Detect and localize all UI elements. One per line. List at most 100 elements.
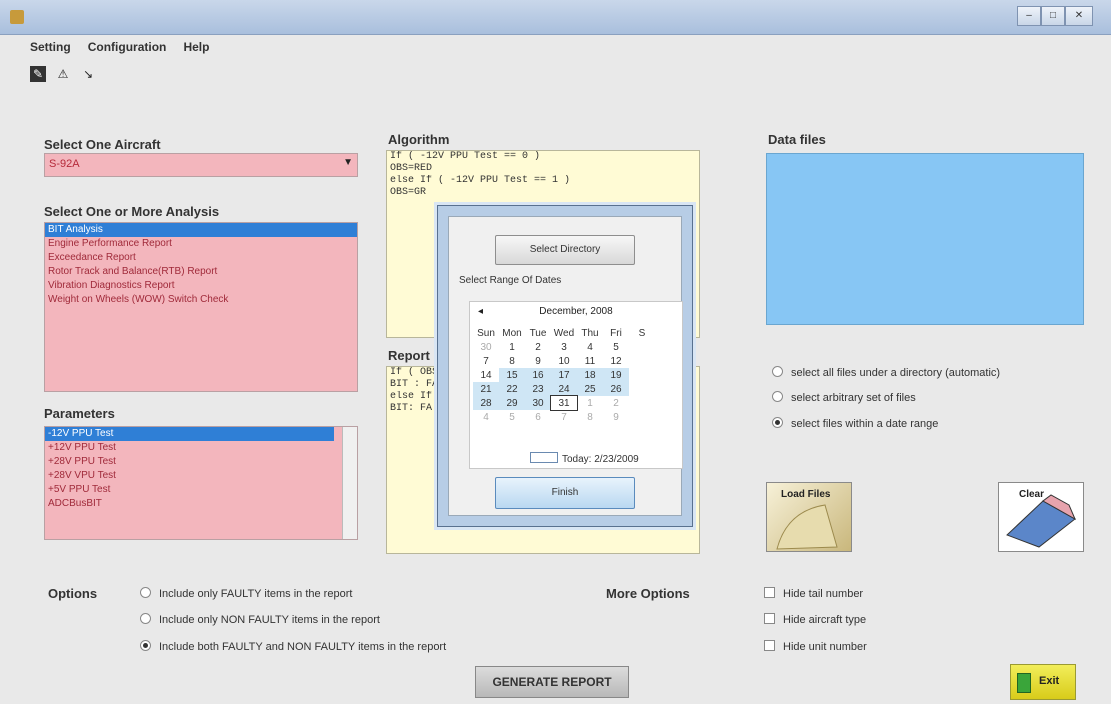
minimize-button[interactable]: – [1017, 6, 1041, 26]
list-item[interactable]: Exceedance Report [45, 251, 357, 265]
checkbox-icon[interactable] [764, 587, 775, 598]
calendar-day[interactable]: 12 [603, 354, 629, 368]
calendar-day[interactable]: 9 [603, 410, 629, 424]
calendar-day[interactable]: 10 [551, 354, 577, 368]
clear-button[interactable]: Clear [998, 482, 1084, 552]
calendar-day[interactable]: 8 [499, 354, 525, 368]
calendar-day[interactable] [629, 396, 655, 410]
radio-icon[interactable] [772, 366, 783, 377]
calendar-day[interactable]: 2 [525, 340, 551, 354]
aircraft-select[interactable]: S-92A ▼ [44, 153, 358, 177]
radio-icon[interactable] [140, 587, 151, 598]
calendar-day[interactable]: 22 [499, 382, 525, 396]
calendar-day[interactable]: 6 [525, 410, 551, 424]
radio-date-range[interactable]: select files within a date range [772, 417, 938, 430]
list-item[interactable]: +28V PPU Test [45, 455, 357, 469]
calendar-day[interactable]: 15 [499, 368, 525, 382]
radio-icon[interactable] [772, 391, 783, 402]
calendar-day[interactable]: 30 [525, 396, 551, 410]
calendar-day[interactable]: 8 [577, 410, 603, 424]
datafiles-list[interactable] [766, 153, 1084, 325]
calendar-day[interactable]: 4 [473, 410, 499, 424]
calendar-day[interactable]: 17 [551, 368, 577, 382]
list-item[interactable]: +5V PPU Test [45, 483, 357, 497]
calendar-day[interactable] [629, 382, 655, 396]
radio-arbitrary-files[interactable]: select arbitrary set of files [772, 391, 916, 404]
menu-setting[interactable]: Setting [30, 40, 71, 54]
calendar-day[interactable]: 5 [499, 410, 525, 424]
calendar-day[interactable]: 2 [603, 396, 629, 410]
calendar-day[interactable]: 1 [577, 396, 603, 410]
calendar-day[interactable]: 7 [551, 410, 577, 424]
calendar-day[interactable]: 28 [473, 396, 499, 410]
parameters-list[interactable]: -12V PPU Test +12V PPU Test +28V PPU Tes… [44, 426, 358, 540]
list-item[interactable]: Rotor Track and Balance(RTB) Report [45, 265, 357, 279]
list-item[interactable]: Weight on Wheels (WOW) Switch Check [45, 293, 357, 307]
exit-button[interactable]: Exit [1010, 664, 1076, 700]
maximize-button[interactable]: □ [1041, 6, 1065, 26]
day-header: S [638, 327, 646, 339]
calendar-day[interactable]: 14 [473, 368, 499, 382]
analysis-list[interactable]: BIT Analysis Engine Performance Report E… [44, 222, 358, 392]
finish-button[interactable]: Finish [495, 477, 635, 509]
calendar-day[interactable]: 5 [603, 340, 629, 354]
list-item[interactable]: Vibration Diagnostics Report [45, 279, 357, 293]
hide-tail-number-checkbox[interactable]: Hide tail number [764, 587, 863, 600]
pointer-icon[interactable]: ↘ [80, 66, 96, 82]
radio-icon[interactable] [772, 417, 783, 428]
chevron-down-icon[interactable]: ▼ [343, 157, 353, 168]
calendar-day[interactable]: 16 [525, 368, 551, 382]
list-item[interactable]: Engine Performance Report [45, 237, 357, 251]
calendar-day[interactable]: 19 [603, 368, 629, 382]
list-item[interactable]: BIT Analysis [45, 223, 357, 237]
today-indicator[interactable]: Today: 2/23/2009 [530, 452, 639, 465]
calendar-day[interactable] [629, 410, 655, 424]
option-both[interactable]: Include both FAULTY and NON FAULTY items… [140, 640, 446, 653]
close-button[interactable]: ✕ [1065, 6, 1093, 26]
calendar-day[interactable]: 11 [577, 354, 603, 368]
calendar-day[interactable]: 18 [577, 368, 603, 382]
calendar-day[interactable] [629, 368, 655, 382]
checkbox-icon[interactable] [764, 613, 775, 624]
menu-help[interactable]: Help [183, 40, 209, 54]
select-directory-button[interactable]: Select Directory [495, 235, 635, 265]
calendar-day[interactable]: 24 [551, 382, 577, 396]
calendar-day[interactable]: 23 [525, 382, 551, 396]
load-files-button[interactable]: Load Files [766, 482, 852, 552]
calendar-day[interactable]: 4 [577, 340, 603, 354]
hide-aircraft-type-checkbox[interactable]: Hide aircraft type [764, 613, 866, 626]
checkbox-icon[interactable] [764, 640, 775, 651]
edit-icon[interactable]: ✎ [30, 66, 46, 82]
list-item[interactable]: +28V VPU Test [45, 469, 357, 483]
list-item[interactable]: +12V PPU Test [45, 441, 357, 455]
calendar-day[interactable]: 26 [603, 382, 629, 396]
calendar-day[interactable]: 1 [499, 340, 525, 354]
generate-report-button[interactable]: GENERATE REPORT [475, 666, 629, 698]
calendar-day[interactable]: 29 [499, 396, 525, 410]
warning-icon[interactable]: ⚠ [55, 66, 71, 82]
calendar-day[interactable]: 9 [525, 354, 551, 368]
calendar-day[interactable]: 21 [473, 382, 499, 396]
calendar-day[interactable]: 25 [577, 382, 603, 396]
calendar-day[interactable] [629, 354, 655, 368]
radio-all-files[interactable]: select all files under a directory (auto… [772, 366, 1000, 379]
calendar-day[interactable]: 30 [473, 340, 499, 354]
calendar-month: December, 2008 [539, 306, 613, 317]
calendar-day[interactable] [629, 340, 655, 354]
list-item[interactable]: ADCBusBIT [45, 497, 357, 511]
radio-icon[interactable] [140, 613, 151, 624]
calendar-day[interactable]: 7 [473, 354, 499, 368]
radio-icon[interactable] [140, 640, 151, 651]
calendar-day[interactable]: 3 [551, 340, 577, 354]
option-nonfaulty-only[interactable]: Include only NON FAULTY items in the rep… [140, 613, 380, 626]
option-faulty-only[interactable]: Include only FAULTY items in the report [140, 587, 352, 600]
parameters-scrollbar[interactable] [342, 427, 357, 539]
list-item[interactable]: -12V PPU Test [45, 427, 334, 441]
hide-unit-number-checkbox[interactable]: Hide unit number [764, 640, 867, 653]
day-header: Tue [529, 327, 547, 339]
calendar[interactable]: ◂ December, 2008 Sun Mon Tue Wed Thu Fri… [469, 301, 683, 469]
toolbar: ✎ ⚠ ↘ [30, 66, 102, 84]
calendar-day[interactable]: 31 [550, 395, 578, 411]
today-label: Today: 2/23/2009 [562, 454, 639, 465]
menu-configuration[interactable]: Configuration [88, 40, 167, 54]
